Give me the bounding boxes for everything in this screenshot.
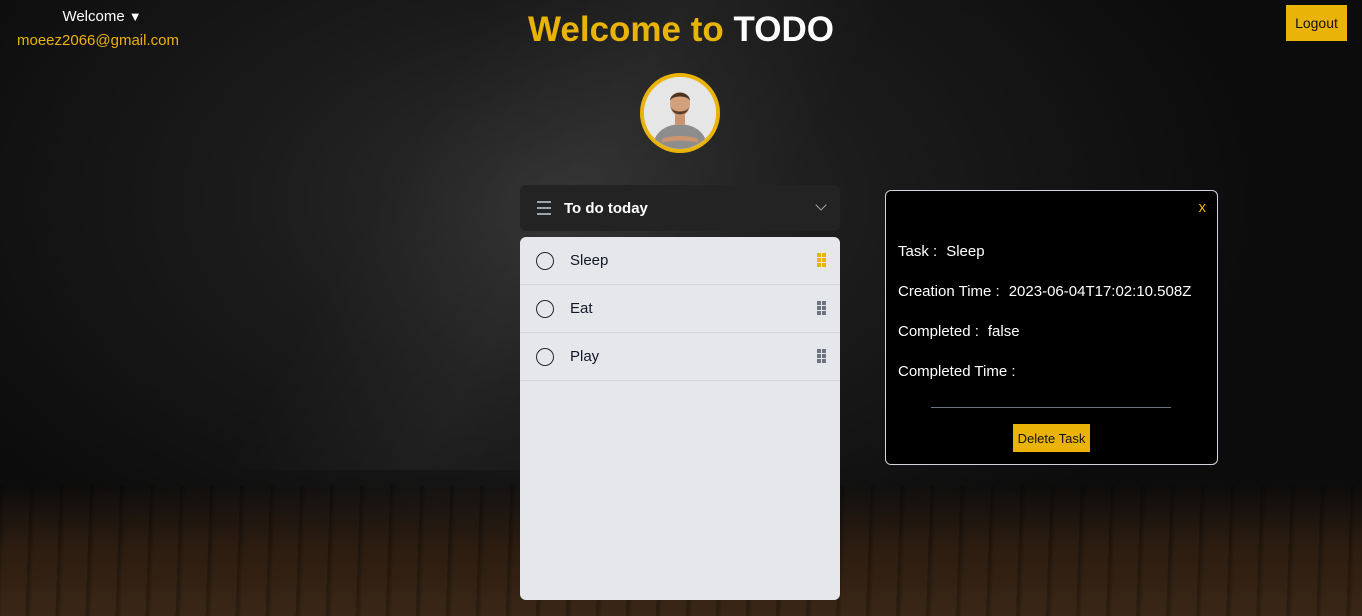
chevron-down-icon[interactable]	[815, 199, 827, 211]
list-title: To do today	[564, 199, 648, 217]
todo-item-sleep[interactable]: Sleep	[520, 237, 840, 285]
task-detail-panel: x Task : Sleep Creation Time : 2023-06-04T…	[885, 190, 1218, 465]
detail-task-row: Task : Sleep	[898, 243, 985, 260]
todo-list: Sleep Eat Play	[520, 237, 840, 600]
completed-label: Completed :	[898, 323, 979, 340]
title-part2: TODO	[733, 10, 834, 49]
creation-time-label: Creation Time :	[898, 283, 1000, 300]
todo-list-header[interactable]: To do today	[520, 185, 840, 231]
complete-checkbox[interactable]	[536, 347, 554, 366]
logout-button[interactable]: Logout	[1286, 5, 1347, 41]
creation-time-value: 2023-06-04T17:02:10.508Z	[1008, 283, 1192, 300]
detail-completed-row: Completed : false	[898, 323, 1020, 340]
delete-task-button[interactable]: Delete Task	[1013, 424, 1090, 452]
todo-item-label: Play	[570, 348, 600, 365]
drag-handle-icon[interactable]	[817, 253, 826, 267]
task-value: Sleep	[946, 243, 985, 260]
todo-item-play[interactable]: Play	[520, 333, 840, 381]
menu-icon	[537, 201, 551, 215]
avatar	[640, 73, 720, 153]
drag-handle-icon[interactable]	[817, 349, 826, 363]
detail-creation-row: Creation Time : 2023-06-04T17:02:10.508Z	[898, 283, 1191, 300]
divider	[931, 407, 1171, 408]
complete-checkbox[interactable]	[536, 251, 554, 270]
todo-item-label: Eat	[570, 300, 593, 317]
completed-time-label: Completed Time :	[898, 363, 1016, 380]
completed-value: false	[987, 323, 1020, 340]
title-part1: Welcome to	[528, 10, 724, 49]
page-title: Welcome to TODO	[0, 10, 1362, 50]
todo-item-eat[interactable]: Eat	[520, 285, 840, 333]
avatar-image	[644, 77, 716, 149]
close-icon[interactable]: x	[1199, 199, 1207, 216]
todo-item-label: Sleep	[570, 252, 609, 269]
detail-completed-time-row: Completed Time :	[898, 363, 1025, 380]
complete-checkbox[interactable]	[536, 299, 554, 318]
drag-handle-icon[interactable]	[817, 301, 826, 315]
task-label: Task :	[898, 243, 938, 260]
